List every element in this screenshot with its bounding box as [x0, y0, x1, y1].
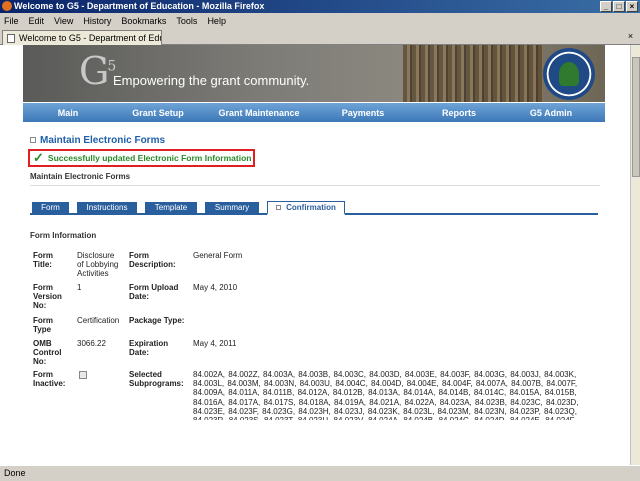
- form-info-heading: Form Information: [30, 231, 97, 240]
- subprograms-value: 84.002A, 84.002Z, 84.003A, 84.003B, 84.0…: [193, 370, 579, 420]
- vertical-scrollbar[interactable]: [630, 45, 640, 465]
- tab-form[interactable]: Form: [32, 202, 69, 214]
- form-version-value: 1: [77, 283, 82, 292]
- nav-reports[interactable]: Reports: [411, 108, 507, 118]
- window-titlebar: Welcome to G5 - Department of Education …: [0, 0, 640, 13]
- form-type-label: Form Type: [33, 316, 53, 334]
- banner-tagline: Empowering the grant community.: [113, 73, 310, 88]
- nav-main[interactable]: Main: [23, 108, 113, 118]
- tab-confirmation[interactable]: Confirmation: [267, 201, 345, 215]
- firefox-icon: [2, 1, 12, 11]
- menu-edit[interactable]: Edit: [29, 16, 45, 26]
- menu-file[interactable]: File: [4, 16, 19, 26]
- page-icon: [7, 34, 15, 43]
- section-subtitle: Maintain Electronic Forms: [30, 172, 131, 181]
- form-tabs: Form Instructions Template Summary Confi…: [30, 201, 598, 215]
- menu-bookmarks[interactable]: Bookmarks: [121, 16, 166, 26]
- menu-help[interactable]: Help: [207, 16, 226, 26]
- form-type-value: Certification: [77, 316, 120, 325]
- close-tab-button[interactable]: ×: [625, 31, 636, 42]
- maximize-button[interactable]: □: [613, 1, 625, 12]
- tab-instructions[interactable]: Instructions: [77, 202, 137, 214]
- form-description-value: General Form: [193, 251, 243, 260]
- form-title-label: Form Title:: [33, 251, 53, 269]
- upload-date-value: May 4, 2010: [193, 283, 238, 292]
- success-message: ✓ Successfully updated Electronic Form I…: [28, 149, 255, 167]
- checkmark-icon: ✓: [33, 150, 44, 165]
- collapse-icon[interactable]: [30, 137, 36, 144]
- menu-view[interactable]: View: [54, 16, 73, 26]
- nav-grant-maintenance[interactable]: Grant Maintenance: [203, 108, 315, 118]
- page-title: Maintain Electronic Forms: [30, 135, 165, 146]
- tab-template[interactable]: Template: [145, 202, 197, 214]
- department-seal-icon: [543, 48, 595, 100]
- scrollbar-thumb[interactable]: [632, 57, 640, 177]
- subprograms-label: Selected Subprograms:: [129, 370, 184, 388]
- main-nav: Main Grant Setup Grant Maintenance Payme…: [23, 103, 605, 122]
- expiration-label: Expiration Date:: [129, 339, 169, 357]
- g5-banner: G5 Empowering the grant community.: [23, 45, 605, 102]
- form-title-value: Disclosure of Lobbying Activities: [77, 251, 119, 278]
- nav-payments[interactable]: Payments: [315, 108, 411, 118]
- upload-date-label: Form Upload Date:: [129, 283, 179, 301]
- divider: [30, 185, 600, 186]
- minimize-button[interactable]: _: [600, 1, 612, 12]
- close-window-button[interactable]: ×: [626, 1, 638, 12]
- package-type-label: Package Type:: [129, 316, 185, 325]
- tab-marker-icon: [276, 205, 282, 211]
- tab-summary[interactable]: Summary: [205, 202, 259, 214]
- browser-tab-strip: Welcome to G5 - Department of Edu... ×: [0, 29, 640, 45]
- form-inactive-label: Form Inactive:: [33, 370, 66, 388]
- status-bar: Done: [0, 465, 640, 480]
- omb-label: OMB Control No:: [33, 339, 62, 366]
- expiration-value: May 4, 2011: [193, 339, 237, 348]
- browser-tab-label: Welcome to G5 - Department of Edu...: [19, 33, 162, 43]
- form-description-label: Form Description:: [129, 251, 176, 269]
- nav-g5-admin[interactable]: G5 Admin: [507, 108, 595, 118]
- menu-tools[interactable]: Tools: [176, 16, 197, 26]
- menu-bar: File Edit View History Bookmarks Tools H…: [0, 13, 640, 29]
- omb-value: 3066.22: [77, 339, 106, 348]
- nav-grant-setup[interactable]: Grant Setup: [113, 108, 203, 118]
- form-inactive-checkbox[interactable]: [79, 371, 87, 379]
- bookshelf-image: [403, 45, 543, 102]
- window-title: Welcome to G5 - Department of Education …: [14, 1, 265, 11]
- page-viewport: G5 Empowering the grant community. Main …: [0, 45, 630, 465]
- browser-tab[interactable]: Welcome to G5 - Department of Edu...: [2, 30, 162, 45]
- window-controls: _ □ ×: [600, 1, 638, 12]
- form-version-label: Form Version No:: [33, 283, 62, 310]
- g5-logo: G5: [79, 49, 116, 93]
- menu-history[interactable]: History: [83, 16, 111, 26]
